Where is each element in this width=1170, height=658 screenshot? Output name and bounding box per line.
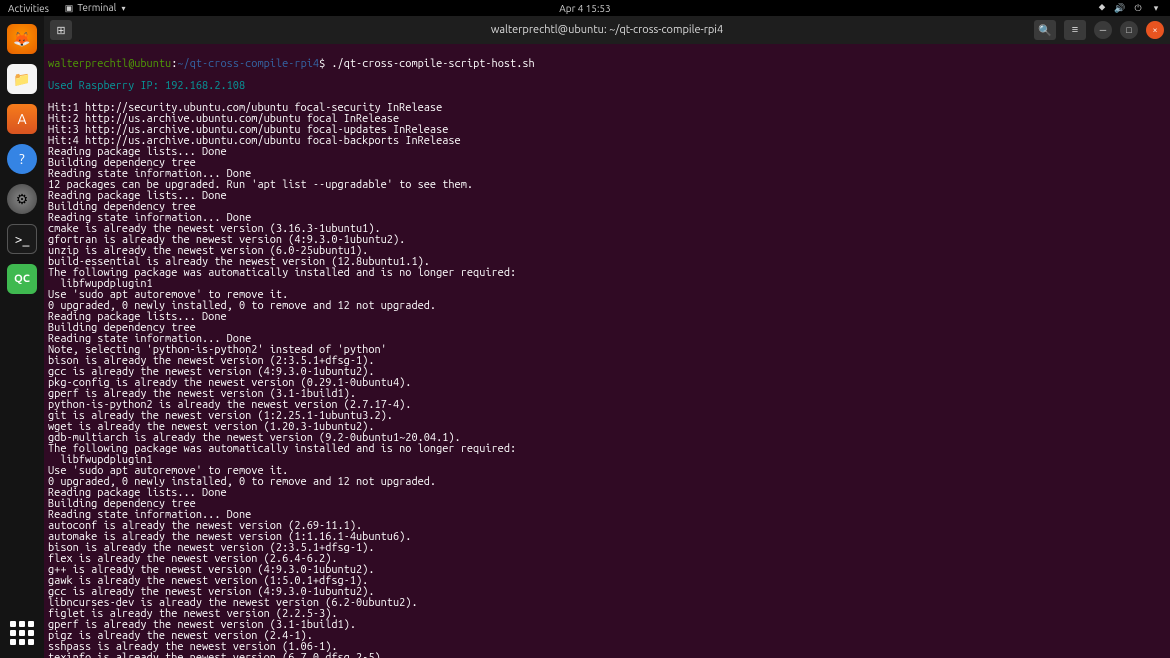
output-line: Reading package lists... Done	[48, 191, 1166, 202]
minimize-icon: ─	[1100, 25, 1106, 35]
terminal-output[interactable]: walterprechtl@ubuntu:~/qt-cross-compile-…	[44, 44, 1170, 658]
used-ip-line: Used Raspberry IP: 192.168.2.108	[48, 81, 1166, 92]
terminal-icon: >_	[15, 231, 30, 247]
gear-icon: ⚙	[16, 191, 29, 208]
dock-qc[interactable]: QC	[7, 264, 37, 294]
dock-software[interactable]: A	[7, 104, 37, 134]
new-tab-button[interactable]: ⊞	[50, 20, 72, 40]
close-button[interactable]: ×	[1146, 21, 1164, 39]
menu-button[interactable]: ≡	[1064, 20, 1086, 40]
search-icon: 🔍	[1038, 24, 1052, 37]
prompt-line: walterprechtl@ubuntu:~/qt-cross-compile-…	[48, 59, 1166, 70]
dock-help[interactable]: ?	[7, 144, 37, 174]
bag-icon: A	[17, 111, 26, 127]
dock-apps-grid[interactable]	[7, 618, 37, 648]
network-icon[interactable]: ⯁	[1096, 2, 1108, 14]
volume-icon[interactable]: 🔊	[1114, 2, 1126, 14]
firefox-icon: 🦊	[13, 31, 30, 48]
maximize-button[interactable]: □	[1120, 21, 1138, 39]
tab-icon: ⊞	[56, 24, 65, 37]
prompt-path: ~/qt-cross-compile-rpi4	[177, 58, 319, 70]
output-lines: Hit:1 http://security.ubuntu.com/ubuntu …	[48, 103, 1166, 658]
chevron-down-icon[interactable]: ▾	[1150, 2, 1162, 14]
terminal-icon: ▣	[63, 2, 75, 14]
dock-settings[interactable]: ⚙	[7, 184, 37, 214]
search-button[interactable]: 🔍	[1034, 20, 1056, 40]
dock: 🦊 📁 A ? ⚙ >_ QC	[0, 16, 44, 658]
dock-terminal[interactable]: >_	[7, 224, 37, 254]
close-icon: ×	[1152, 25, 1157, 35]
window-titlebar: ⊞ walterprechtl@ubuntu: ~/qt-cross-compi…	[44, 16, 1170, 44]
hamburger-icon: ≡	[1072, 24, 1078, 36]
output-line: Reading package lists... Done	[48, 312, 1166, 323]
minimize-button[interactable]: ─	[1094, 21, 1112, 39]
prompt-user: walterprechtl@ubuntu	[48, 58, 171, 70]
command-text: ./qt-cross-compile-script-host.sh	[331, 58, 534, 70]
output-line: texinfo is already the newest version (6…	[48, 653, 1166, 658]
dock-firefox[interactable]: 🦊	[7, 24, 37, 54]
qc-icon: QC	[14, 273, 30, 285]
maximize-icon: □	[1126, 25, 1131, 35]
top-bar: Activities ▣ Terminal Apr 4 15:53 ⯁ 🔊 ⏻ …	[0, 0, 1170, 16]
clock[interactable]: Apr 4 15:53	[559, 3, 610, 14]
activities-button[interactable]: Activities	[8, 3, 49, 14]
window-title: walterprechtl@ubuntu: ~/qt-cross-compile…	[491, 24, 723, 36]
power-icon[interactable]: ⏻	[1132, 2, 1144, 14]
output-line: The following package was automatically …	[48, 444, 1166, 455]
folder-icon: 📁	[13, 71, 30, 88]
output-line: The following package was automatically …	[48, 268, 1166, 279]
dock-files[interactable]: 📁	[7, 64, 37, 94]
app-menu[interactable]: ▣ Terminal	[63, 2, 126, 15]
app-menu-label: Terminal	[77, 2, 116, 13]
output-line: Reading package lists... Done	[48, 147, 1166, 158]
help-icon: ?	[19, 151, 24, 167]
output-line: Reading package lists... Done	[48, 488, 1166, 499]
